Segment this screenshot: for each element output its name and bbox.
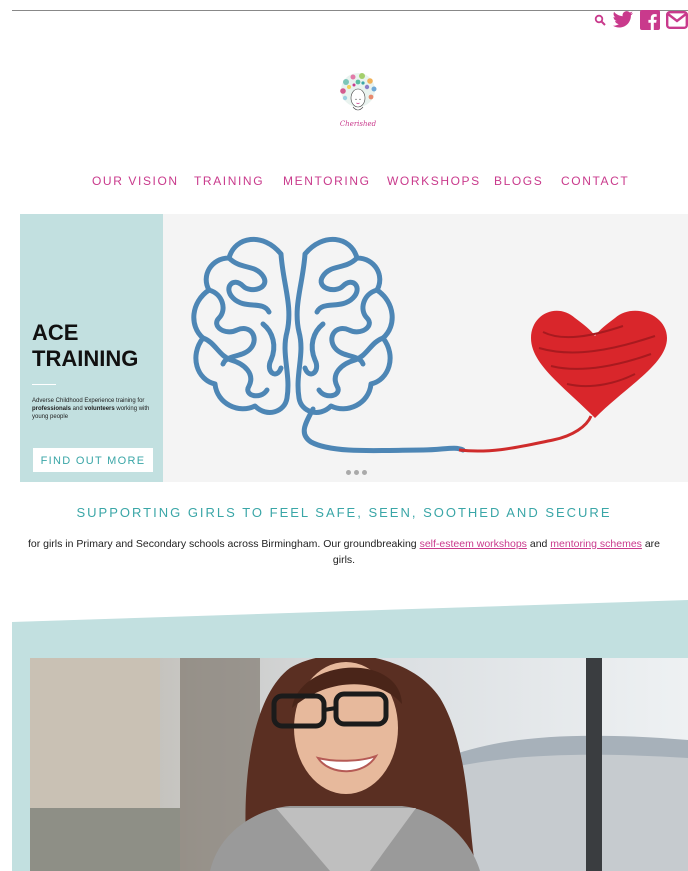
facebook-icon[interactable] — [640, 9, 660, 35]
nav-our-vision[interactable]: OUR VISION — [92, 174, 179, 188]
search-icon[interactable] — [594, 13, 606, 31]
carousel-dot[interactable] — [354, 470, 359, 475]
hero-title-line2: TRAINING — [32, 346, 139, 371]
social-bar — [594, 9, 688, 35]
main-nav: OUR VISION TRAINING MENTORING WORKSHOPS … — [0, 174, 688, 190]
hero-desc-volunteers: volunteers — [84, 406, 115, 412]
hero-desc-text: and — [71, 406, 85, 412]
hero-desc-text: Adverse Childhood Experience training fo… — [32, 398, 145, 404]
nav-workshops[interactable]: WORKSHOPS — [387, 174, 481, 188]
girl-photo — [30, 658, 688, 871]
brain-heart-image — [163, 214, 688, 482]
carousel-dot[interactable] — [346, 470, 351, 475]
nav-contact[interactable]: CONTACT — [561, 174, 629, 188]
self-esteem-workshops-link[interactable]: self-esteem workshops — [420, 538, 527, 550]
tagline: SUPPORTING GIRLS TO FEEL SAFE, SEEN, SOO… — [76, 505, 612, 520]
nav-mentoring[interactable]: MENTORING — [283, 174, 371, 188]
site-logo[interactable]: Cherished — [334, 70, 382, 134]
hero-panel: ACE TRAINING Adverse Childhood Experienc… — [20, 214, 163, 482]
hero-title-line1: ACE — [32, 320, 79, 345]
find-out-more-button[interactable]: FIND OUT MORE — [33, 448, 153, 472]
intro-part2: and — [526, 538, 551, 550]
hero-title: ACE TRAINING — [32, 320, 162, 372]
nav-blogs[interactable]: BLOGS — [494, 174, 543, 188]
nav-training[interactable]: TRAINING — [194, 174, 264, 188]
carousel-dot[interactable] — [362, 470, 367, 475]
logo-graphic — [340, 73, 377, 111]
carousel-dots[interactable] — [346, 470, 367, 475]
mentoring-schemes-link[interactable]: mentoring schemes — [550, 538, 642, 550]
intro-part1: for girls in Primary and Secondary schoo… — [27, 538, 420, 550]
hero-desc-professionals: professionals — [32, 406, 72, 412]
intro-line2: girls. — [332, 554, 356, 566]
top-divider — [12, 10, 688, 11]
hero-description: Adverse Childhood Experience training fo… — [32, 397, 154, 421]
mail-icon[interactable] — [666, 10, 688, 34]
twitter-icon[interactable] — [612, 10, 634, 34]
hero-divider — [32, 384, 56, 385]
hero-carousel[interactable]: ACE TRAINING Adverse Childhood Experienc… — [20, 214, 688, 482]
intro-text: for girls in Primary and Secondary schoo… — [0, 536, 688, 568]
intro-part3: are — [641, 538, 661, 550]
logo-text: Cherished — [339, 120, 377, 128]
